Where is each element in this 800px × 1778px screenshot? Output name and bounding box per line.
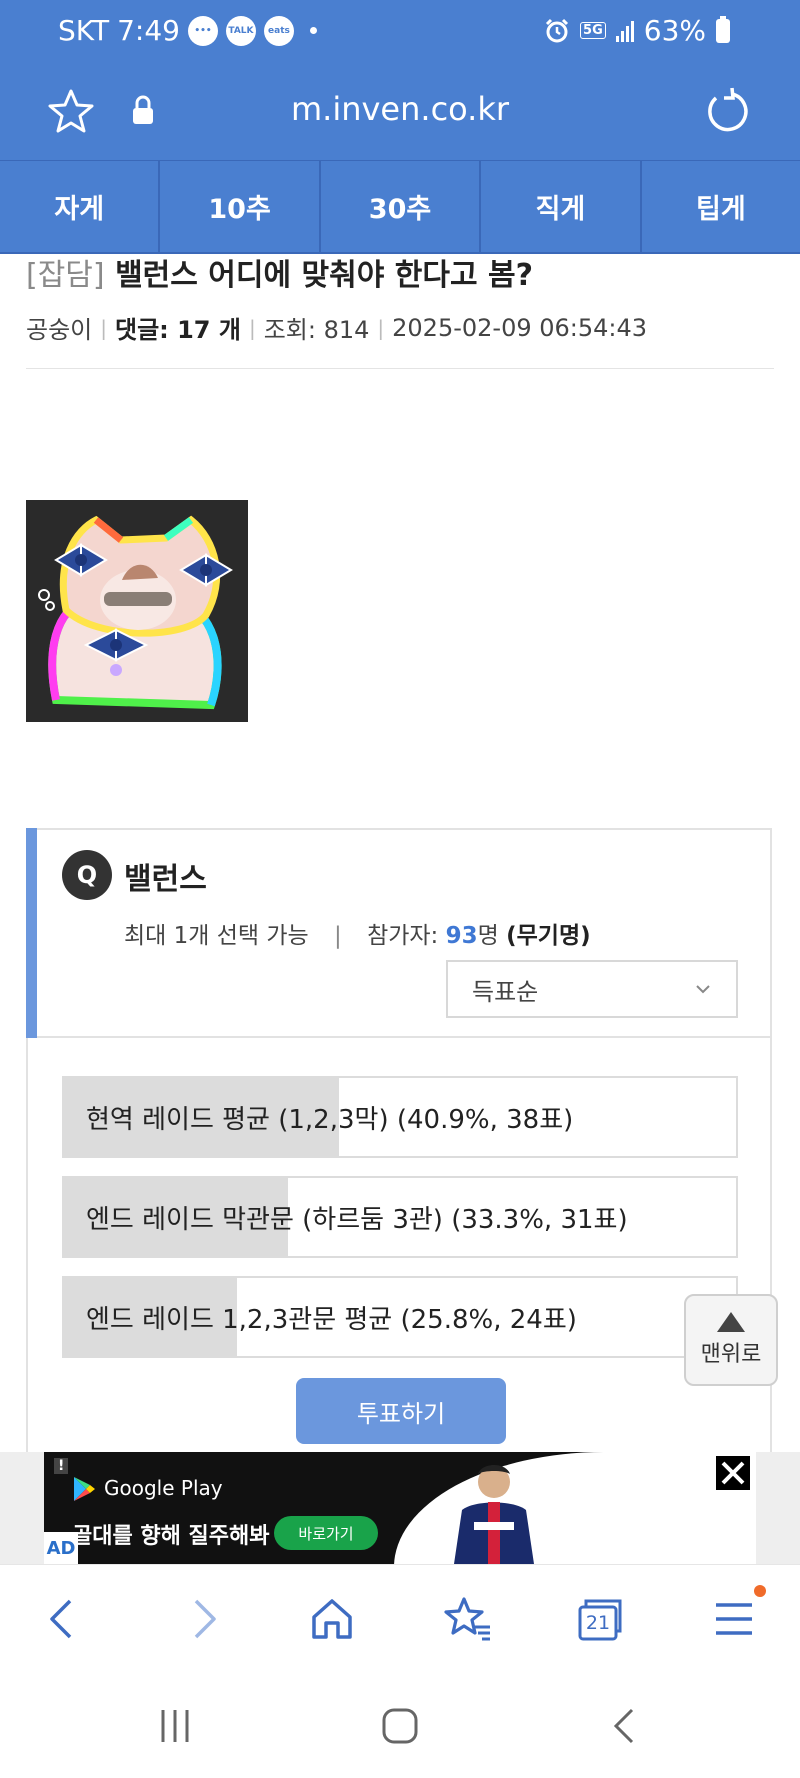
recent-apps-icon[interactable] — [155, 1706, 195, 1746]
participants-unit: 명 — [477, 923, 499, 949]
tab-tip-board[interactable]: 팁게 — [642, 161, 800, 252]
clock: 7:49 — [117, 14, 180, 47]
poll-limit: 최대 1개 선택 가능 — [124, 923, 309, 949]
poll-option-3[interactable]: 엔드 레이드 1,2,3관문 평균 (25.8%, 24표) — [62, 1276, 738, 1358]
board-tabs: 자게 10추 30추 직게 팁게 — [0, 160, 800, 254]
status-right: 5G 63% — [544, 14, 730, 47]
anonymous-label: (무기명) — [506, 923, 591, 949]
home-icon[interactable] — [308, 1595, 356, 1643]
poll-option-label: 엔드 레이드 1,2,3관문 평균 (25.8%, 24표) — [86, 1304, 577, 1335]
poll-box: Q 밸런스 최대 1개 선택 가능 | 참가자: 93명 (무기명) 득표순 현… — [26, 828, 772, 1454]
post-date: 2025-02-09 06:54:43 — [392, 313, 648, 342]
bookmarks-icon[interactable] — [444, 1595, 492, 1643]
poll-option-2[interactable]: 엔드 레이드 막관문 (하르둠 3관) (33.3%, 31표) — [62, 1176, 738, 1258]
meta-separator: | — [248, 315, 256, 340]
poll-header: Q 밸런스 최대 1개 선택 가능 | 참가자: 93명 (무기명) 득표순 — [26, 828, 770, 1038]
header-divider — [26, 368, 774, 369]
post-category: [잡담] — [26, 258, 105, 293]
network-5g-icon: 5G — [580, 22, 606, 39]
poll-question: 밸런스 — [124, 862, 207, 897]
meta-separator: | — [100, 315, 107, 340]
sort-selected: 득표순 — [472, 977, 539, 1006]
google-play-label: Google Play — [104, 1476, 223, 1500]
status-left: SKT 7:49 ••• TALK eats — [58, 14, 317, 47]
ad-info-icon[interactable]: ! — [54, 1458, 69, 1474]
ad-brand-logo: FC — [644, 1486, 686, 1521]
signal-icon — [615, 20, 634, 42]
tabs-button[interactable]: 21 — [576, 1595, 624, 1643]
ad-slogan: 골대를 향해 질주해봐 — [72, 1524, 270, 1549]
post-title: [잡담] 밸런스 어디에 맞춰야 한다고 봄? — [26, 250, 533, 294]
post-comment-count[interactable]: 댓글: 17 개 — [115, 310, 241, 345]
ad-brand-sub: MOBILE — [668, 1522, 716, 1535]
poll-info: 최대 1개 선택 가능 | 참가자: 93명 (무기명) — [124, 916, 591, 950]
alarm-icon — [545, 18, 569, 42]
home-nav-icon[interactable] — [380, 1706, 420, 1746]
tab-free-board[interactable]: 자게 — [0, 161, 161, 252]
forward-icon[interactable] — [178, 1595, 226, 1643]
browser-toolbar: 21 — [0, 1564, 800, 1672]
poll-option-label: 현역 레이드 평균 (1,2,3막) (40.9%, 38표) — [86, 1104, 574, 1135]
battery-icon — [716, 15, 730, 43]
ad-player-image — [454, 1465, 534, 1564]
meta-separator: | — [377, 315, 385, 340]
poll-option-label: 엔드 레이드 막관문 (하르둠 3관) (33.3%, 31표) — [86, 1204, 628, 1235]
url-text[interactable]: m.inven.co.kr — [0, 90, 800, 128]
close-icon[interactable] — [716, 1456, 750, 1490]
question-badge: Q — [62, 850, 112, 900]
carrier: SKT — [58, 14, 110, 47]
browser-url-bar: m.inven.co.kr — [0, 64, 800, 160]
status-bar: SKT 7:49 ••• TALK eats 5G 63% — [0, 0, 800, 64]
poll-info-separator: | — [334, 923, 342, 949]
sort-dropdown[interactable]: 득표순 — [446, 960, 738, 1018]
post-image[interactable] — [26, 500, 248, 722]
coupang-eats-icon: eats — [263, 15, 294, 46]
character-illustration — [26, 500, 248, 722]
post-author[interactable]: 공숭이 — [26, 310, 92, 345]
post-title-text: 밸런스 어디에 맞춰야 한다고 봄? — [115, 258, 534, 293]
ad-banner[interactable]: ! Google Play 골대를 향해 질주해봐 바로가기 FC MOBILE… — [44, 1452, 756, 1564]
back-to-top-button[interactable]: 맨위로 — [684, 1294, 778, 1386]
chat-bubble-icon: ••• — [187, 15, 218, 46]
ad-cta-button[interactable]: 바로가기 — [274, 1516, 378, 1550]
poll-accent-bar — [26, 828, 37, 1038]
participants-label: 참가자: — [367, 923, 439, 949]
kakaotalk-icon: TALK — [225, 15, 256, 46]
vote-button[interactable]: 투표하기 — [296, 1378, 506, 1444]
back-icon[interactable] — [40, 1595, 88, 1643]
system-nav-bar — [0, 1672, 800, 1778]
tab-30-recommend[interactable]: 30추 — [321, 161, 482, 252]
reload-icon[interactable] — [702, 86, 752, 136]
post-meta: 공숭이 | 댓글: 17 개 | 조회: 814 | 2025-02-09 06… — [26, 310, 647, 345]
post-views: 조회: 814 — [263, 316, 370, 344]
ad-area: ! Google Play 골대를 향해 질주해봐 바로가기 FC MOBILE… — [0, 1452, 800, 1564]
back-to-top-label: 맨위로 — [700, 1342, 762, 1367]
google-play-icon — [74, 1477, 95, 1501]
notification-dot — [754, 1585, 766, 1597]
ad-badge: AD — [44, 1532, 78, 1564]
participants-count: 93 — [445, 923, 478, 949]
poll-option-1[interactable]: 현역 레이드 평균 (1,2,3막) (40.9%, 38표) — [62, 1076, 738, 1158]
battery-percent: 63% — [643, 14, 706, 47]
chevron-down-icon — [696, 985, 710, 994]
arrow-up-icon — [717, 1312, 745, 1332]
tab-job-board[interactable]: 직게 — [481, 161, 642, 252]
more-notifications-icon — [309, 27, 317, 34]
tab-count: 21 — [585, 1612, 611, 1634]
tab-10-recommend[interactable]: 10추 — [160, 161, 321, 252]
menu-icon[interactable] — [710, 1595, 758, 1643]
back-nav-icon[interactable] — [606, 1706, 646, 1746]
